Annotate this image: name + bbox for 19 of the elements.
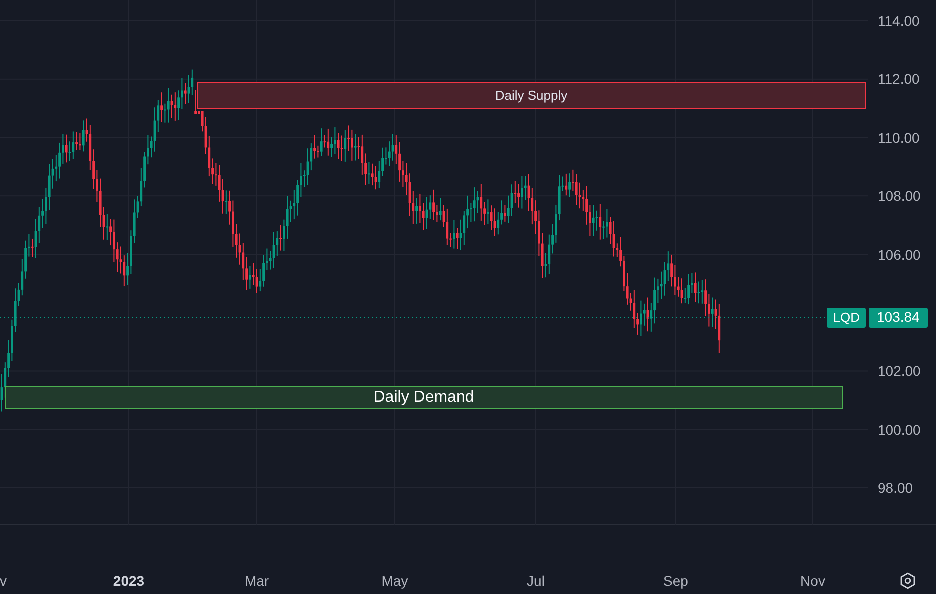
supply-zone: Daily Supply	[197, 82, 866, 109]
time-label: May	[382, 574, 408, 588]
symbol-label: LQD	[827, 308, 866, 328]
time-label: v	[0, 574, 7, 588]
time-label: 2023	[113, 574, 145, 588]
time-label: Sep	[664, 574, 688, 588]
price-label: 112.00	[878, 72, 920, 86]
time-label: Nov	[800, 574, 826, 588]
price-label: 110.00	[878, 130, 920, 145]
last-price-label: 103.84	[869, 308, 928, 328]
price-label: 100.00	[878, 422, 921, 437]
price-label: 106.00	[878, 248, 921, 262]
price-label: 98.00	[878, 481, 914, 496]
price-label: 102.00	[878, 364, 921, 378]
time-label: Jul	[527, 574, 545, 588]
price-label: 108.00	[878, 189, 921, 204]
price-label: 114.00	[878, 14, 920, 28]
demand-zone: Daily Demand	[5, 386, 843, 410]
time-label: Mar	[244, 574, 270, 588]
